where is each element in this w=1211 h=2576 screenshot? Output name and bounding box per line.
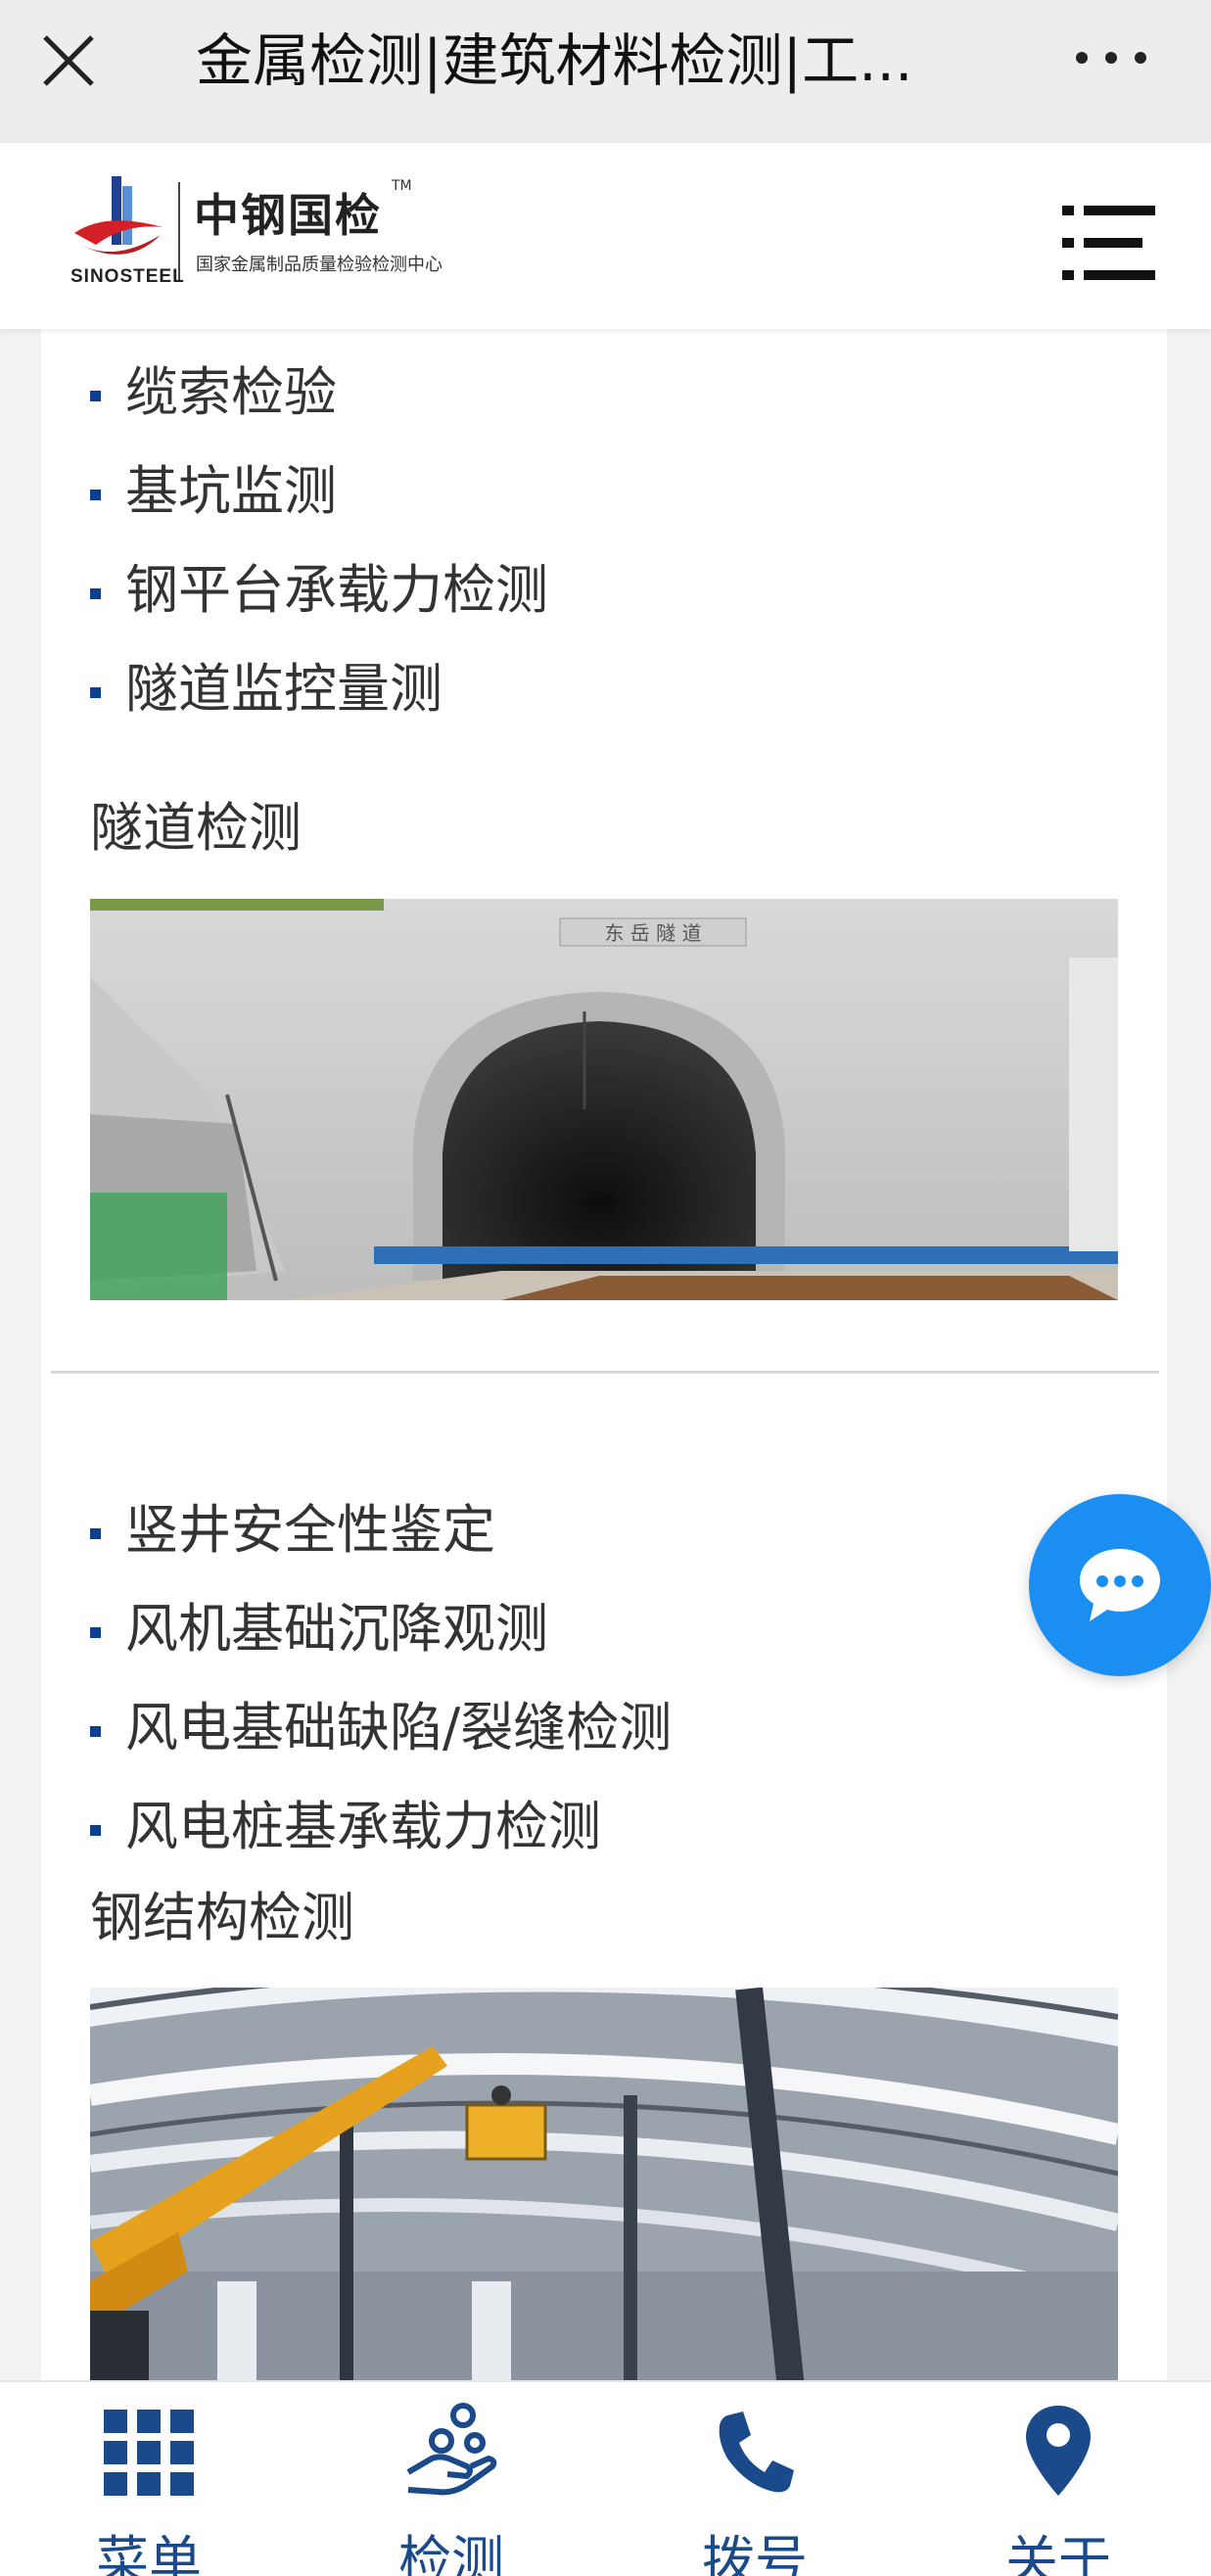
bullet-icon bbox=[90, 1528, 101, 1539]
bullet-icon bbox=[90, 588, 101, 599]
site-logo[interactable]: 中钢国检 TM 国家金属制品质量检验检测中心 SINOSTEEL bbox=[67, 172, 507, 309]
site-header: 中钢国检 TM 国家金属制品质量检验检测中心 SINOSTEEL bbox=[0, 143, 1211, 329]
hand-coins-icon bbox=[406, 2403, 497, 2496]
chat-bubble-icon bbox=[1080, 1549, 1160, 1621]
map-pin-icon bbox=[1026, 2406, 1091, 2496]
logo-divider bbox=[178, 182, 180, 280]
logo-mark-icon bbox=[74, 176, 163, 255]
list-item[interactable]: 缆索检验 bbox=[90, 343, 548, 442]
close-icon[interactable] bbox=[39, 31, 98, 90]
list-item[interactable]: 风电桩基承载力检测 bbox=[90, 1777, 672, 1876]
nav-label: 检测 bbox=[398, 2530, 504, 2576]
page-title: 金属检测|建筑材料检测|工... bbox=[196, 27, 913, 94]
steel-structure-photo[interactable] bbox=[90, 1988, 1118, 2385]
bullet-icon bbox=[90, 1627, 101, 1638]
list-item[interactable]: 风电基础缺陷/裂缝检测 bbox=[90, 1678, 672, 1777]
bottom-nav: 菜单 检测 拨号 关于 bbox=[0, 2380, 1211, 2576]
grid-icon bbox=[104, 2410, 194, 2496]
more-options-icon[interactable] bbox=[1072, 43, 1150, 72]
tunnel-photo[interactable]: 东 岳 隧 道 bbox=[90, 899, 1118, 1300]
tunnel-sign: 东 岳 隧 道 bbox=[604, 921, 701, 945]
list-item[interactable]: 竖井安全性鉴定 bbox=[90, 1480, 672, 1579]
nav-label: 关于 bbox=[1005, 2530, 1111, 2576]
nav-about[interactable]: 关于 bbox=[911, 2382, 1205, 2576]
logo-subtitle: 国家金属制品质量检验检测中心 bbox=[196, 255, 442, 275]
list-item[interactable]: 风机基础沉降观测 bbox=[90, 1579, 672, 1678]
logo-english: SINOSTEEL bbox=[70, 266, 185, 287]
list-item[interactable]: 钢平台承载力检测 bbox=[90, 540, 548, 639]
top-bar: 金属检测|建筑材料检测|工... bbox=[0, 0, 1211, 143]
nav-label: 菜单 bbox=[96, 2530, 202, 2576]
service-list-2: 竖井安全性鉴定 风机基础沉降观测 风电基础缺陷/裂缝检测 风电桩基承载力检测 bbox=[90, 1480, 672, 1876]
service-list-1: 缆索检验 基坑监测 钢平台承载力检测 隧道监控量测 bbox=[90, 343, 548, 738]
section-divider bbox=[51, 1371, 1159, 1374]
logo-trademark: TM bbox=[392, 178, 412, 194]
chat-button[interactable] bbox=[1029, 1494, 1211, 1676]
bullet-icon bbox=[90, 490, 101, 500]
section-title-tunnel[interactable]: 隧道检测 bbox=[90, 784, 302, 862]
nav-label: 拨号 bbox=[702, 2530, 808, 2576]
phone-icon bbox=[719, 2412, 794, 2493]
nav-inspection[interactable]: 检测 bbox=[304, 2382, 598, 2576]
nav-menu[interactable]: 菜单 bbox=[2, 2382, 296, 2576]
logo-brand: 中钢国检 bbox=[194, 189, 382, 242]
bullet-icon bbox=[90, 1726, 101, 1737]
menu-list-icon[interactable] bbox=[1062, 204, 1155, 282]
content-card: 缆索检验 基坑监测 钢平台承载力检测 隧道监控量测 隧道检测 东 岳 隧 道 竖… bbox=[41, 329, 1167, 2385]
bullet-icon bbox=[90, 687, 101, 698]
list-item[interactable]: 基坑监测 bbox=[90, 442, 548, 540]
bullet-icon bbox=[90, 391, 101, 401]
list-item[interactable]: 隧道监控量测 bbox=[90, 639, 548, 738]
nav-call[interactable]: 拨号 bbox=[608, 2382, 902, 2576]
section-title-steel[interactable]: 钢结构检测 bbox=[90, 1874, 354, 1951]
bullet-icon bbox=[90, 1825, 101, 1836]
